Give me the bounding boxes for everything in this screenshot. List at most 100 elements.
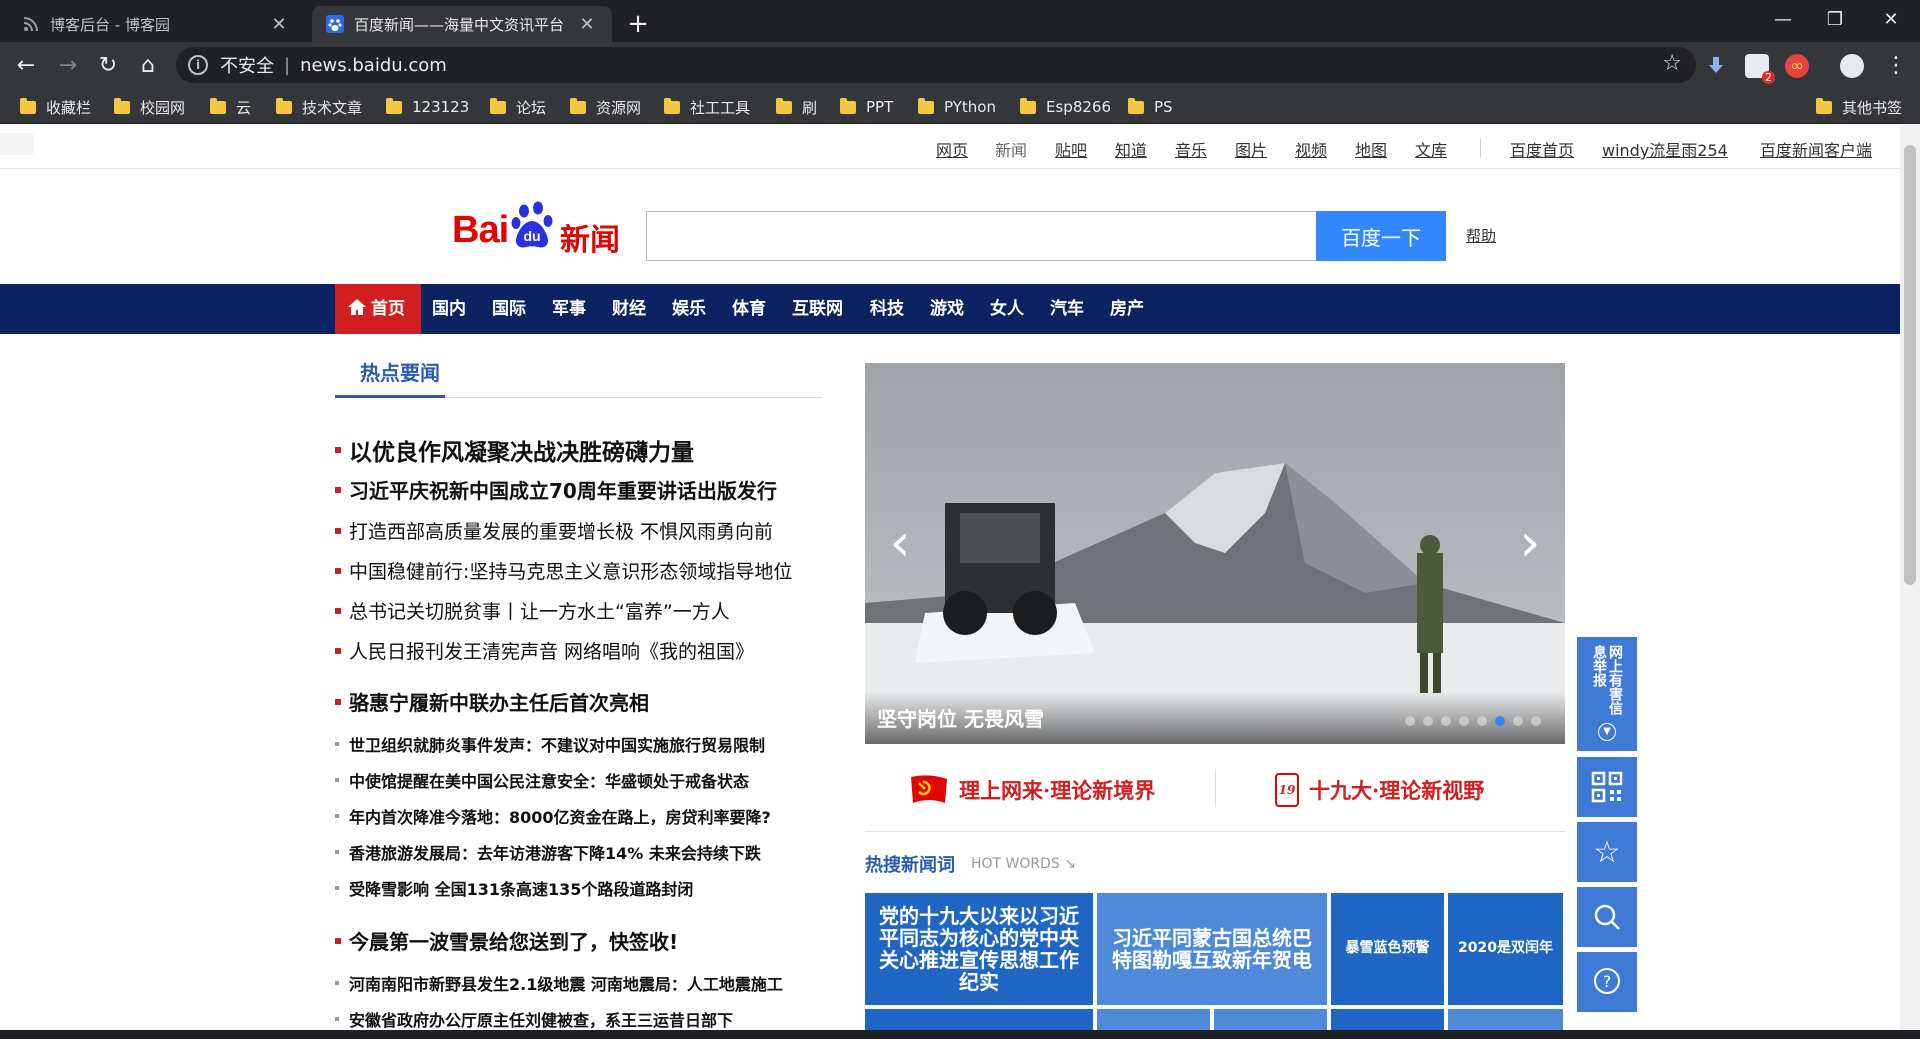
bookmark-folder[interactable]: 论坛 [490,96,546,118]
close-window-icon[interactable]: ✕ [1862,0,1920,40]
carousel-dot[interactable] [1459,716,1469,726]
reload-icon[interactable]: ↻ [92,50,124,82]
news-client-link[interactable]: 百度新闻客户端 [1760,137,1872,161]
minimize-icon[interactable]: — [1754,0,1812,40]
channel-realestate[interactable]: 房产 [1110,284,1144,334]
extension-icon[interactable]: 2 [1745,54,1775,84]
back-arrow-icon[interactable]: ← [10,50,42,82]
forward-arrow-icon[interactable]: → [52,50,84,82]
page-scrollbar[interactable] [1900,125,1920,1030]
infinity-extension-icon[interactable]: ∞ [1785,54,1809,78]
search-tool-button[interactable] [1577,887,1637,947]
carousel-dot[interactable] [1495,716,1505,726]
news-headline[interactable]: 打造西部高质量发展的重要增长极 不惧风雨勇向前 [335,517,773,544]
hot-word-tile-partial[interactable] [1448,1009,1563,1030]
restore-icon[interactable]: ❐ [1806,0,1864,40]
carousel-dot[interactable] [1477,716,1487,726]
bookmark-folder[interactable]: Esp8266 [1020,96,1111,118]
news-headline[interactable]: 年内首次降准今落地：8000亿资金在路上，房贷利率要降? [335,804,771,828]
channel-internet[interactable]: 互联网 [792,284,843,334]
info-icon[interactable]: i [188,55,208,75]
news-headline[interactable]: 骆惠宁履新中联办主任后首次亮相 [335,687,649,716]
help-tool-button[interactable]: ? [1577,952,1637,1012]
bookmark-folder[interactable]: PS [1128,96,1173,118]
news-headline[interactable]: 香港旅游发展局：去年访港游客下降14% 未来会持续下跌 [335,840,761,864]
carousel-next-icon[interactable]: › [1515,513,1545,573]
hot-word-tile-partial[interactable] [865,1009,1093,1030]
bookmark-star-icon[interactable]: ☆ [1662,51,1682,76]
baidu-news-logo[interactable]: Bai du 新闻 [452,193,624,259]
topnav-link-map[interactable]: 地图 [1355,137,1387,161]
channel-finance[interactable]: 财经 [612,284,646,334]
scrollbar-thumb[interactable] [1904,145,1916,585]
bookmark-folder[interactable]: PPT [840,96,893,118]
other-bookmarks-folder[interactable]: 其他书签 [1816,96,1902,118]
menu-kebab-icon[interactable]: ⋮ [1880,50,1912,82]
news-headline[interactable]: 中使馆提醒在美中国公民注意安全：华盛顿处于戒备状态 [335,768,749,792]
username-link[interactable]: windy流星雨254 [1602,137,1728,161]
carousel-dot[interactable] [1423,716,1433,726]
carousel-prev-icon[interactable]: ‹ [885,513,915,573]
hot-word-tile[interactable]: 暴雪蓝色预警 [1331,893,1444,1005]
channel-games[interactable]: 游戏 [930,284,964,334]
hot-news-heading[interactable]: 热点要闻 [360,357,440,386]
topnav-link-web[interactable]: 网页 [936,137,968,161]
channel-domestic[interactable]: 国内 [432,284,466,334]
download-icon[interactable] [1704,54,1728,78]
channel-sports[interactable]: 体育 [732,284,766,334]
news-headline[interactable]: 习近平庆祝新中国成立70周年重要讲话出版发行 [335,475,777,504]
photo-carousel[interactable]: 坚守岗位 无畏风雪 ‹ › [865,363,1565,744]
hot-word-tile-partial[interactable] [1331,1009,1444,1030]
hot-word-tile-partial[interactable] [1214,1009,1327,1030]
bookmark-folder[interactable]: 收藏栏 [20,96,91,118]
hot-word-tile[interactable]: 党的十九大以来以习近平同志为核心的党中央关心推进宣传思想工作纪实 [865,893,1093,1005]
topnav-link-video[interactable]: 视频 [1295,137,1327,161]
hot-word-tile-partial[interactable] [1097,1009,1210,1030]
profile-avatar[interactable] [1840,54,1864,78]
qr-code-button[interactable] [1577,757,1637,817]
bookmark-folder[interactable]: 校园网 [114,96,185,118]
search-input[interactable] [646,211,1316,261]
news-headline[interactable]: 以优良作风凝聚决战决胜磅礴力量 [335,433,694,467]
topnav-link-music[interactable]: 音乐 [1175,137,1207,161]
close-tab-icon[interactable]: ✕ [268,14,290,35]
channel-auto[interactable]: 汽车 [1050,284,1084,334]
channel-women[interactable]: 女人 [990,284,1024,334]
bookmark-folder[interactable]: 刷 [776,96,817,118]
bookmark-folder[interactable]: 云 [210,96,251,118]
topnav-link-images[interactable]: 图片 [1235,137,1267,161]
carousel-dot[interactable] [1513,716,1523,726]
bookmark-folder[interactable]: 社工工具 [664,96,750,118]
channel-tech[interactable]: 科技 [870,284,904,334]
bookmark-folder[interactable]: PYthon [918,96,996,118]
theory-banner-right[interactable]: 19 十九大·理论新视野 [1275,773,1484,807]
carousel-caption[interactable]: 坚守岗位 无畏风雪 [877,703,1044,732]
tab-baidu-news[interactable]: 百度新闻——海量中文资讯平台 ✕ [312,6,612,42]
tab-cnblogs[interactable]: 博客后台 - 博客园 ✕ [8,6,304,42]
news-headline[interactable]: 世卫组织就肺炎事件发声：不建议对中国实施旅行贸易限制 [335,732,765,756]
topnav-link-tieba[interactable]: 贴吧 [1055,137,1087,161]
home-icon[interactable]: ⌂ [132,50,164,82]
theory-banner-left[interactable]: 理上网来·理论新境界 [909,773,1155,807]
close-tab-icon[interactable]: ✕ [576,14,598,35]
carousel-dot[interactable] [1441,716,1451,726]
news-headline[interactable]: 总书记关切脱贫事丨让一方水土“富养”一方人 [335,597,730,624]
bookmark-folder[interactable]: 技术文章 [276,96,362,118]
address-bar[interactable]: i 不安全 | news.baidu.com ☆ [176,47,1696,83]
new-tab-button[interactable]: + [622,8,654,40]
topnav-link-zhidao[interactable]: 知道 [1115,137,1147,161]
news-headline[interactable]: 人民日报刊发王清宪声音 网络唱响《我的祖国》 [335,637,754,664]
help-link[interactable]: 帮助 [1466,225,1496,246]
bookmark-folder[interactable]: 资源网 [570,96,641,118]
baidu-home-link[interactable]: 百度首页 [1510,137,1574,161]
channel-international[interactable]: 国际 [492,284,526,334]
report-harmful-info-button[interactable]: 网上有害信息举报 ▼ [1577,637,1637,751]
news-headline[interactable]: 受降雪影响 全国131条高速135个路段道路封闭 [335,876,693,900]
channel-military[interactable]: 军事 [552,284,586,334]
favorite-button[interactable]: ☆ [1577,822,1637,882]
hot-word-tile[interactable]: 习近平同蒙古国总统巴特图勒嘎互致新年贺电 [1097,893,1327,1005]
news-headline[interactable]: 河南南阳市新野县发生2.1级地震 河南地震局：人工地震施工 [335,971,783,995]
bookmark-folder[interactable]: 123123 [386,96,469,118]
hot-word-tile[interactable]: 2020是双闰年 [1448,893,1563,1005]
news-headline[interactable]: 中国稳健前行:坚持马克思主义意识形态领域指导地位 [335,557,792,584]
